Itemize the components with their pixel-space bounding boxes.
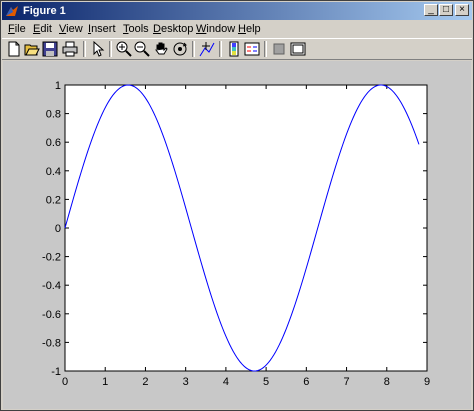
menu-file-mnemonic: F [8, 23, 15, 35]
zoom-out-icon[interactable] [134, 41, 150, 57]
y-tick-label: 1 [55, 80, 61, 92]
window-title: Figure 1 [23, 5, 66, 17]
menu-help-label: elp [245, 23, 261, 35]
y-tick-label: -0.2 [42, 252, 61, 264]
hide-plot-tools-icon[interactable] [271, 41, 287, 57]
menu-window-mnemonic: W [196, 23, 207, 35]
y-tick-label: -0.4 [42, 280, 61, 292]
figure-toolbar [2, 38, 472, 60]
menu-help[interactable]: Help [238, 21, 261, 38]
menu-help-mnemonic: H [238, 23, 246, 35]
zoom-in-icon[interactable] [116, 41, 132, 57]
menu-desktop-mnemonic: D [153, 23, 161, 35]
menu-file-label: ile [14, 23, 26, 35]
colorbar-icon[interactable] [226, 41, 242, 57]
x-tick-label: 3 [183, 376, 189, 388]
x-tick-label: 0 [62, 376, 68, 388]
pan-hand-icon[interactable] [153, 41, 169, 57]
toolbar-separator [219, 41, 222, 57]
x-tick-label: 1 [102, 376, 108, 388]
title-bar[interactable]: Figure 1 _ □ × [2, 2, 472, 20]
x-tick-label: 9 [424, 376, 430, 388]
axes-area [64, 84, 428, 372]
y-tick-label: 0.8 [46, 109, 61, 121]
menu-insert[interactable]: Insert [88, 21, 116, 38]
toolbar-separator [109, 41, 112, 57]
maximize-button[interactable]: □ [439, 4, 453, 16]
figure-window: Figure 1 _ □ × File Edit View Insert Too… [0, 0, 474, 411]
menu-tools-label: ools [128, 23, 149, 35]
open-file-icon[interactable] [24, 41, 40, 57]
toolbar-separator [83, 41, 86, 57]
x-tick-label: 7 [343, 376, 349, 388]
data-cursor-icon[interactable] [199, 41, 215, 57]
menu-desktop[interactable]: Desktop [153, 21, 193, 38]
menu-window[interactable]: Window [196, 21, 235, 38]
toolbar-separator [192, 41, 195, 57]
legend-icon[interactable] [244, 41, 260, 57]
menu-view-label: iew [66, 23, 83, 35]
menu-file[interactable]: File [8, 21, 26, 38]
sine-plot[interactable]: 0 1 2 3 4 5 6 7 8 9 -1 -0.8 -0.6 -0.4 -0.2 0 0.2 0.4 0.6 0.… [3, 61, 471, 409]
menu-edit[interactable]: Edit [33, 21, 52, 38]
menu-window-label: indow [206, 23, 236, 35]
x-tick-label: 4 [223, 376, 229, 388]
menu-edit-label: dit [40, 23, 52, 35]
toolbar-separator [264, 41, 267, 57]
edit-plot-arrow-icon[interactable] [90, 41, 106, 57]
x-tick-label: 2 [142, 376, 148, 388]
y-tick-label: -1 [51, 366, 61, 378]
menu-desktop-label: esktop [160, 23, 194, 35]
save-icon[interactable] [42, 41, 58, 57]
x-tick-label: 8 [384, 376, 390, 388]
x-tick-label: 5 [263, 376, 269, 388]
y-tick-label: 0.2 [46, 194, 61, 206]
new-figure-icon[interactable] [6, 41, 22, 57]
y-tick-label: 0 [55, 223, 61, 235]
y-tick-label: -0.6 [42, 309, 61, 321]
menu-insert-label: nsert [91, 23, 116, 35]
show-plot-tools-icon[interactable] [290, 41, 306, 57]
x-tick-label: 6 [303, 376, 309, 388]
close-button[interactable]: × [455, 4, 469, 16]
minimize-button[interactable]: _ [424, 4, 438, 16]
rotate-3d-icon[interactable] [172, 41, 188, 57]
print-icon[interactable] [62, 41, 78, 57]
menu-view[interactable]: View [59, 21, 83, 38]
y-tick-label: -0.8 [42, 337, 61, 349]
menu-tools[interactable]: Tools [123, 21, 149, 38]
y-tick-label: 0.4 [46, 166, 61, 178]
y-tick-label: 0.6 [46, 137, 61, 149]
matlab-icon [6, 6, 18, 16]
menu-bar: File Edit View Insert Tools Desktop Wind… [2, 21, 472, 38]
figure-canvas: 0 1 2 3 4 5 6 7 8 9 -1 -0.8 -0.6 -0.4 -0.2 0 0.2 0.4 0.6 0.… [3, 61, 471, 409]
